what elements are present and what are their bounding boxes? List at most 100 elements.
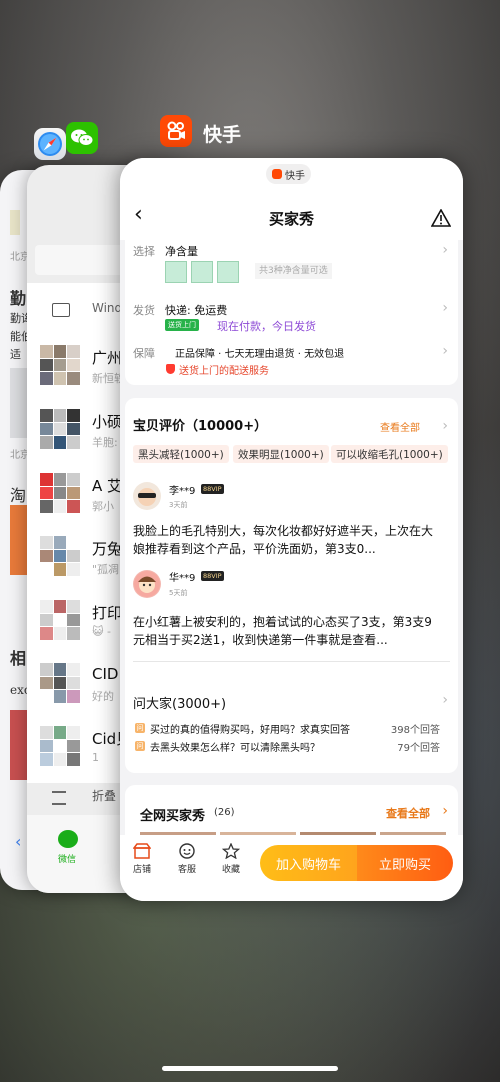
safari-thumb	[10, 210, 20, 235]
chevron-right-icon[interactable]: ›	[442, 692, 448, 708]
chevron-right-icon[interactable]: ›	[442, 300, 448, 316]
review-time: 3天前	[169, 501, 188, 509]
wechat-icon[interactable]	[66, 122, 98, 154]
customer-service-icon	[179, 843, 195, 859]
chevron-right-icon[interactable]: ›	[442, 343, 448, 359]
safari-icon[interactable]	[34, 128, 66, 160]
reviewer-name: 华**9	[169, 573, 196, 584]
chat-preview: 😺 -	[92, 625, 111, 638]
variant-thumb[interactable]	[165, 261, 187, 283]
kuaishou-mini-icon	[272, 169, 282, 179]
variant-thumb[interactable]	[217, 261, 239, 283]
chat-title: 万兔	[92, 540, 123, 558]
select-label: 选择	[133, 245, 155, 258]
review-text[interactable]: 在小红薯上被安利的，抱着试试的心态买了3支，第3支9元相当于买2送1，收到快递第…	[133, 613, 438, 649]
guarantee-value: 正品保障 · 七天无理由退货 · 无效包退	[175, 349, 345, 360]
shield-check-icon	[166, 364, 175, 374]
qa-count: 398个回答	[390, 725, 440, 736]
nav-bar: ‹ 买家秀	[120, 190, 463, 240]
shop-icon	[132, 843, 152, 859]
group-avatar	[40, 663, 80, 703]
group-avatar	[40, 536, 80, 576]
safari-text: 淘	[10, 486, 27, 505]
favorite-label: 收藏	[221, 865, 240, 875]
buy-now-button[interactable]: 立即购买	[357, 845, 453, 881]
chat-preview: 羊胞:	[92, 436, 118, 449]
reviewer-avatar	[133, 482, 161, 510]
chat-preview: "孤凋	[92, 563, 120, 576]
select-value[interactable]: 净含量	[165, 243, 198, 259]
chat-preview: 1	[92, 751, 99, 764]
delivery-badge: 送货上门	[165, 319, 199, 331]
qa-count: 79个回答	[397, 743, 440, 754]
chevron-right-icon[interactable]: ›	[442, 418, 448, 434]
safari-text: 勤	[10, 289, 27, 308]
qa-question: 买过的真的值得购买吗，好用吗？求真实回答	[150, 725, 350, 736]
question-icon: 问	[135, 723, 145, 733]
folded-chats-label[interactable]: 折叠	[92, 787, 116, 804]
variant-thumb[interactable]	[191, 261, 213, 283]
buyer-show-count: (26)	[214, 807, 235, 818]
reviews-view-all[interactable]: 查看全部	[380, 419, 420, 434]
ship-value: 快递: 免运费	[165, 304, 228, 317]
chat-bubble-icon[interactable]	[58, 830, 78, 848]
chat-title: A 艾	[92, 477, 123, 495]
reviews-section: 宝贝评价（10000+） 查看全部 › 黑头减轻(1000+) 效果明显(100…	[125, 398, 458, 773]
reviewer-avatar	[133, 570, 161, 598]
buyer-show-title: 全网买家秀	[140, 809, 206, 824]
ship-label: 发货	[133, 304, 155, 317]
chat-preview: 好的	[92, 690, 114, 703]
reviews-title: 宝贝评价（10000+）	[133, 419, 268, 434]
shop-button[interactable]: 店铺	[127, 843, 157, 875]
review-tag[interactable]: 可以收缩毛孔(1000+)	[331, 445, 448, 463]
app-badge-label: 快手	[285, 170, 305, 182]
review-tag[interactable]: 黑头减轻(1000+)	[133, 445, 229, 463]
review-text[interactable]: 我脸上的毛孔特别大，每次化妆都好好遮半天，上次在大娘推荐看到这个产品，平价洗面奶…	[133, 522, 438, 558]
guarantee-note: 送货上门的配送服务	[179, 366, 269, 377]
home-indicator[interactable]	[162, 1066, 338, 1071]
service-button[interactable]: 客服	[172, 843, 202, 875]
kuaishou-app-icon[interactable]	[160, 115, 192, 147]
reviewer-name: 李**9	[169, 486, 196, 497]
qa-item[interactable]: 问 去黑头效果怎么样？可以清除黑头吗？ 79个回答	[135, 739, 440, 755]
chat-preview: 郭小	[92, 500, 114, 513]
service-label: 客服	[177, 865, 196, 875]
group-avatar	[40, 600, 80, 640]
tab-wechat-label[interactable]: 微信	[58, 852, 76, 865]
favorite-button[interactable]: 收藏	[216, 842, 246, 875]
chat-title: 打印	[92, 604, 123, 622]
windows-login-row[interactable]: Wind	[92, 301, 122, 315]
chat-title: 小硕	[92, 413, 123, 431]
group-avatar	[40, 473, 80, 513]
review-tag[interactable]: 效果明显(1000+)	[233, 445, 329, 463]
bottom-action-bar: 店铺 客服 收藏 加入购物车 立即购买	[120, 835, 463, 901]
group-avatar	[40, 345, 80, 385]
guarantee-label: 保障	[133, 347, 155, 360]
qa-item[interactable]: 问 买过的真的值得购买吗，好用吗？求真实回答 398个回答	[135, 721, 440, 737]
vip-badge: 88VIP	[201, 571, 224, 581]
vip-badge: 88VIP	[201, 484, 224, 494]
safari-text: 相	[10, 649, 27, 668]
kuaishou-app-card[interactable]: 快手 ‹ 买家秀 选择 净含量 共3种净含量可选 › 发货 快递: 免运费 送货…	[120, 158, 463, 901]
app-badge: 快手	[266, 164, 311, 184]
chevron-right-icon[interactable]: ›	[442, 803, 448, 819]
buyer-show-view-all[interactable]: 查看全部	[386, 805, 430, 821]
report-warning-icon[interactable]	[431, 209, 451, 227]
ship-note: 现在付款，今日发货	[217, 320, 316, 333]
page-title: 买家秀	[268, 210, 314, 228]
chat-title: 广州	[92, 349, 123, 367]
desktop-icon	[52, 303, 70, 317]
safari-text: 适	[10, 348, 21, 361]
star-icon	[221, 842, 241, 860]
qa-title[interactable]: 问大家(3000+)	[133, 693, 226, 712]
group-avatar	[40, 409, 80, 449]
chat-title: CID	[92, 665, 119, 683]
spec-section: 选择 净含量 共3种净含量可选 › 发货 快递: 免运费 送货上门 现在付款，今…	[125, 240, 458, 385]
kuaishou-app-label: 快手	[203, 124, 242, 146]
shop-label: 店铺	[132, 865, 151, 875]
chevron-right-icon[interactable]: ›	[442, 242, 448, 258]
question-icon: 问	[135, 741, 145, 751]
divider	[133, 661, 450, 662]
add-to-cart-button[interactable]: 加入购物车	[260, 845, 357, 881]
back-chevron-icon[interactable]: ‹	[15, 832, 21, 851]
